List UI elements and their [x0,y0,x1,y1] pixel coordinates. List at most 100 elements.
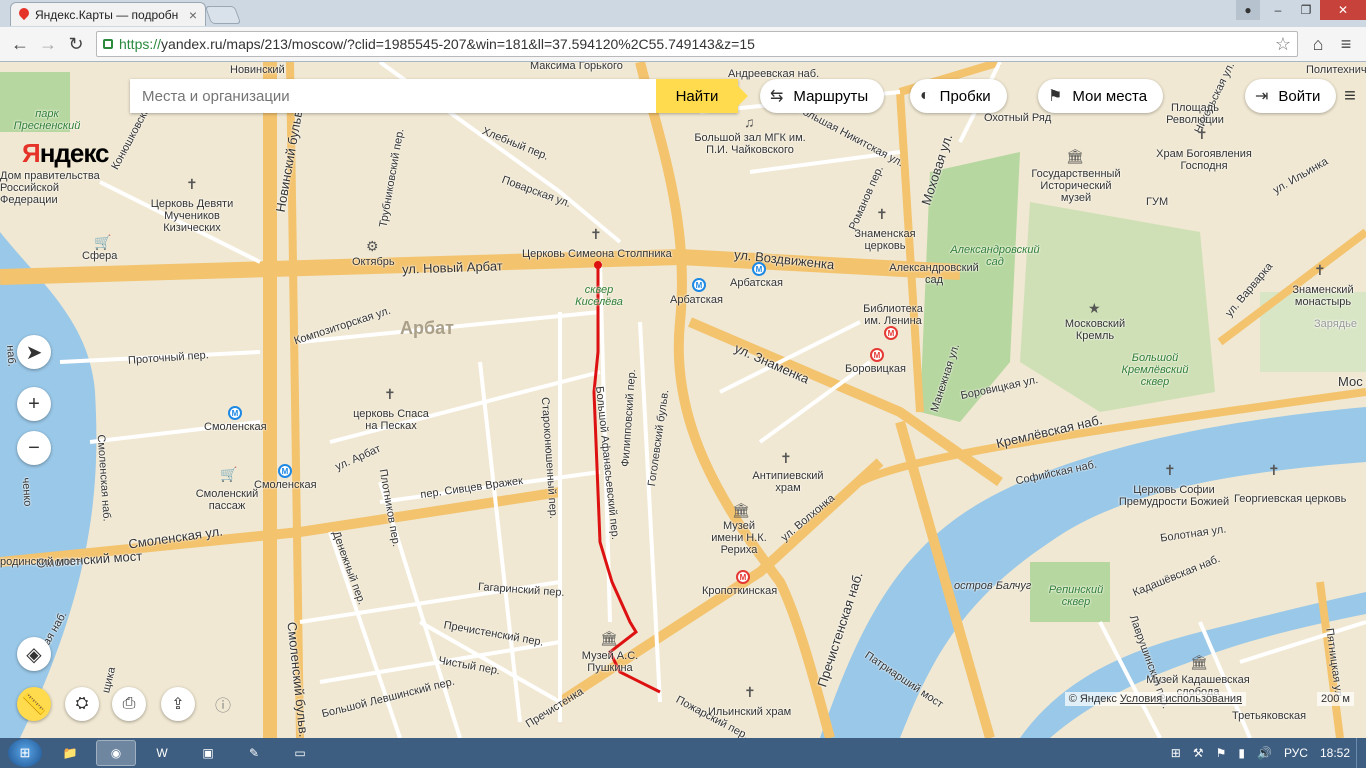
window-icon[interactable]: ▭ [280,740,320,766]
label-kreml[interactable]: Московский Кремль [1060,318,1130,342]
tray-icon[interactable]: ⚒ [1193,746,1204,760]
label-presnensky[interactable]: парк Пресненский [12,108,82,132]
tab-close-icon[interactable]: × [189,7,197,23]
label-ist-muzey[interactable]: Государственный Исторический музей [1026,168,1126,204]
metro-icon[interactable]: M [752,262,766,276]
metro-icon[interactable]: M [870,348,884,362]
label-b-kreml-sq[interactable]: Большой Кремлёвский сквер [1120,352,1190,388]
label-gum[interactable]: ГУМ [1146,196,1168,208]
layers-icon[interactable]: ◈ [17,637,51,671]
my-places-button[interactable]: ⚑ Мои места [1038,79,1164,113]
label-simeon[interactable]: Церковь Симеона Столпника [522,248,672,260]
label-ts-sofii[interactable]: Церковь Софии Премудрости Божией [1116,484,1232,508]
shop-icon[interactable]: 🛒 [94,234,111,251]
maximize-button[interactable]: ❐ [1292,0,1320,20]
new-tab-button[interactable] [204,6,242,24]
label-sfera[interactable]: Сфера [82,250,117,262]
label-spasa[interactable]: церковь Спаса на Песках [350,408,432,432]
ruler-icon[interactable]: 📏 [17,687,51,721]
app-icon[interactable]: ▣ [188,740,228,766]
label-pushkin[interactable]: Музей А.С. Пушкина [572,650,648,674]
church-icon[interactable]: ✝ [590,226,602,243]
volume-icon[interactable]: 🔊 [1257,746,1272,760]
church-icon[interactable]: ✝ [876,206,888,223]
shop-icon[interactable]: 🛒 [220,466,237,483]
church-icon[interactable]: ✝ [1196,126,1208,143]
find-button[interactable]: Найти [656,79,748,113]
church-icon[interactable]: ✝ [1268,462,1280,479]
start-button[interactable]: ⊞ [8,739,42,767]
church-icon[interactable]: ✝ [744,684,756,701]
label-biblioteka[interactable]: Библиотека им. Ленина [858,303,928,327]
label-repinsky[interactable]: Репинский сквер [1046,584,1106,608]
bookmark-star-icon[interactable]: ☆ [1275,34,1291,55]
user-icon[interactable]: ● [1236,0,1260,20]
paint-icon[interactable]: ✎ [234,740,274,766]
zoom-in-button[interactable]: + [17,387,51,421]
church-icon[interactable]: ✝ [186,176,198,193]
panorama-icon[interactable]: ⛭ [65,687,99,721]
label-alexandrovsky-sad-2[interactable]: Александровский сад [884,262,984,286]
metro-icon[interactable]: M [884,326,898,340]
label-smolensky-passazh[interactable]: Смоленский пассаж [194,488,260,512]
metro-icon[interactable]: M [228,406,242,420]
info-icon[interactable]: ⓘ [206,687,240,721]
label-rerikh[interactable]: Музей имени Н.К. Рериха [706,520,772,556]
label-antipievsky[interactable]: Антипиевский храм [750,470,826,494]
yandex-logo[interactable]: Яндекс [22,138,109,169]
church-icon[interactable]: ✝ [1164,462,1176,479]
label-arbatskaya[interactable]: Арбатская [670,294,723,306]
flag-icon[interactable]: ⚑ [1216,746,1227,760]
close-window-button[interactable]: ✕ [1320,0,1366,20]
museum-icon[interactable]: 🏛 [732,502,750,519]
label-pravitelstvo[interactable]: Дом правительства Российской Федерации [0,170,100,206]
label-georgievskaya[interactable]: Георгиевская церковь [1234,493,1346,505]
metro-icon[interactable]: M [278,464,292,478]
share-icon[interactable]: ⇪ [161,687,195,721]
label-sq-kiseleva[interactable]: сквер Киселёва [572,284,626,308]
label-devyati[interactable]: Церковь Девяти Мучеников Кизических [134,198,250,234]
museum-icon[interactable]: 🏛 [600,630,618,647]
label-okhotny[interactable]: Охотный Ряд [984,112,1051,124]
search-input[interactable] [130,79,656,113]
kremlin-star-icon[interactable]: ★ [1088,300,1101,317]
zoom-out-button[interactable]: − [17,431,51,465]
browser-tab[interactable]: Яндекс.Карты — подробн × [10,2,206,26]
login-button[interactable]: ⇥ Войти [1245,79,1337,113]
church-icon[interactable]: ✝ [780,450,792,467]
network-icon[interactable]: ▮ [1238,746,1245,760]
label-tretyakovskaya[interactable]: Третьяковская [1232,710,1306,722]
language-indicator[interactable]: РУС [1284,746,1308,760]
map-canvas[interactable]: Арбат ул. Новый Арбат ул. Воздвиженка ул… [0,62,1366,738]
cinema-icon[interactable]: ⚙ [366,238,379,255]
show-desktop-button[interactable] [1356,738,1366,768]
navigation-arrow-icon[interactable]: ➤ [17,335,51,369]
forward-icon[interactable]: → [34,30,62,58]
label-arbatskaya-2[interactable]: Арбатская [730,277,783,289]
reload-icon[interactable]: ↻ [62,30,90,58]
church-icon[interactable]: ✝ [384,386,396,403]
clock[interactable]: 18:52 [1320,746,1350,760]
explorer-icon[interactable]: 📁 [50,740,90,766]
label-borovitskaya[interactable]: Боровицкая [845,363,906,375]
music-note-icon[interactable]: ♫ [744,114,755,130]
metro-icon[interactable]: M [692,278,706,292]
label-kropotkinskaya[interactable]: Кропоткинская [702,585,777,597]
label-znamensky-mon[interactable]: Знаменский монастырь [1288,284,1358,308]
label-smolenskaya-1[interactable]: Смоленская [204,421,267,433]
label-ploshchad-rev[interactable]: Площадь Революции [1160,102,1230,126]
hamburger-menu-icon[interactable]: ≡ [1336,82,1364,110]
back-icon[interactable]: ← [6,30,34,58]
menu-icon[interactable]: ≡ [1332,30,1360,58]
chrome-icon[interactable]: ◉ [96,740,136,766]
label-smolenskaya-2[interactable]: Смоленская [254,479,317,491]
label-ilyinsky[interactable]: Ильинский храм [708,706,791,718]
word-icon[interactable]: W [142,740,182,766]
terms-link[interactable]: Условия использования [1120,693,1242,705]
label-khram-bogoyavl[interactable]: Храм Богоявления Господня [1152,148,1256,172]
museum-icon[interactable]: 🏛 [1066,148,1084,165]
print-icon[interactable]: ⎙ [112,687,146,721]
tray-icon[interactable]: ⊞ [1171,746,1181,760]
church-icon[interactable]: ✝ [1314,262,1326,279]
metro-icon[interactable]: M [736,570,750,584]
